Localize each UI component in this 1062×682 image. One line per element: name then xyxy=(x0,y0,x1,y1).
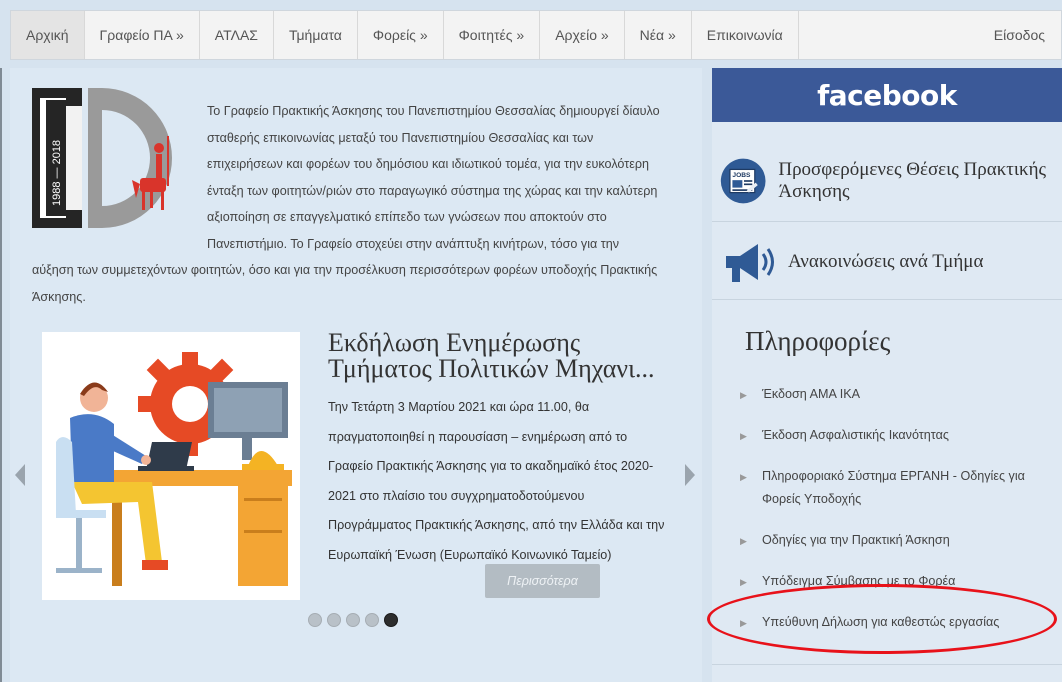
jobs-newspaper-icon: JOBS xyxy=(720,158,766,203)
sidebar: facebook JOBS Προσφερόμενες Θέσεις Πρακτ… xyxy=(712,68,1062,682)
svg-text:JOBS: JOBS xyxy=(732,171,751,178)
triangle-bullet-icon: ▶ xyxy=(740,390,747,400)
slider-dot-1[interactable] xyxy=(308,613,322,627)
info-item-label: Υπόδειγμα Σύμβασης με το Φορέα xyxy=(762,574,956,588)
nav-item-departments[interactable]: Τμήματα xyxy=(274,11,358,59)
info-item-label: Έκδοση ΑΜΑ ΙΚΑ xyxy=(762,387,861,401)
sidebar-link-internship-positions[interactable]: JOBS Προσφερόμενες Θέσεις Πρακτικής Άσκη… xyxy=(712,140,1062,222)
slider-dot-4[interactable] xyxy=(365,613,379,627)
slide-title[interactable]: Εκδήλωση Ενημέρωσης Τμήματος Πολιτικών Μ… xyxy=(328,330,678,382)
nav-bar: Αρχική Γραφείο ΠΑ » ΑΤΛΑΣ Τμήματα Φορείς… xyxy=(10,10,1062,60)
megaphone-icon xyxy=(726,243,774,282)
nav-item-home[interactable]: Αρχική xyxy=(11,11,85,59)
slider-dot-2[interactable] xyxy=(327,613,341,627)
nav-item-organizations[interactable]: Φορείς » xyxy=(358,11,444,59)
intro-paragraph: Το Γραφείο Πρακτικής Άσκησης του Πανεπισ… xyxy=(32,98,662,310)
triangle-bullet-icon: ▶ xyxy=(740,618,747,628)
page-left-border xyxy=(0,68,2,682)
top-navigation: Αρχική Γραφείο ΠΑ » ΑΤΛΑΣ Τμήματα Φορείς… xyxy=(0,0,1062,68)
nav-item-office[interactable]: Γραφείο ΠΑ » xyxy=(85,11,200,59)
slider-dot-5[interactable] xyxy=(384,613,398,627)
triangle-bullet-icon: ▶ xyxy=(740,577,747,587)
sidebar-link-label: Προσφερόμενες Θέσεις Πρακτικής Άσκησης xyxy=(778,158,1047,202)
nav-item-news[interactable]: Νέα » xyxy=(625,11,692,59)
sidebar-link-label: Ανακοινώσεις ανά Τμήμα xyxy=(788,250,984,272)
slider-prev-button[interactable] xyxy=(10,460,30,490)
info-item-label: Οδηγίες για την Πρακτική Άσκηση xyxy=(762,533,950,547)
nav-item-atlas[interactable]: ΑΤΛΑΣ xyxy=(200,11,274,59)
chevron-left-icon xyxy=(15,464,25,486)
nav-item-archive[interactable]: Αρχείο » xyxy=(540,11,625,59)
nav-item-students[interactable]: Φοιτητές » xyxy=(444,11,541,59)
triangle-bullet-icon: ▶ xyxy=(740,472,747,482)
read-more-button[interactable]: Περισσότερα xyxy=(485,564,600,598)
sidebar-link-announcements[interactable]: Ανακοινώσεις ανά Τμήμα xyxy=(712,224,1062,300)
info-item-label: Πληροφοριακό Σύστημα ΕΡΓΑΝΗ - Οδηγίες γι… xyxy=(762,469,1025,506)
slide-illustration[interactable] xyxy=(42,332,300,600)
slider-next-button[interactable] xyxy=(680,460,700,490)
info-list: ▶ Έκδοση ΑΜΑ ΙΚΑ ▶ Έκδοση Ασφαλιστικής Ι… xyxy=(740,384,1060,633)
info-item-guidelines[interactable]: ▶ Οδηγίες για την Πρακτική Άσκηση xyxy=(740,530,1060,551)
info-item-label: Υπεύθυνη Δήλωση για καθεστώς εργασίας xyxy=(762,615,1000,629)
info-item-contract-template[interactable]: ▶ Υπόδειγμα Σύμβασης με το Φορέα xyxy=(740,571,1060,592)
info-item-ergani[interactable]: ▶ Πληροφοριακό Σύστημα ΕΡΓΑΝΗ - Οδηγίες … xyxy=(740,465,1060,511)
triangle-bullet-icon: ▶ xyxy=(740,431,747,441)
nav-item-contact[interactable]: Επικοινωνία xyxy=(692,11,799,59)
triangle-bullet-icon: ▶ xyxy=(740,536,747,546)
info-item-insurance[interactable]: ▶ Έκδοση Ασφαλιστικής Ικανότητας xyxy=(740,425,1060,446)
info-section-title: Πληροφορίες xyxy=(745,326,891,356)
slider-pagination xyxy=(308,613,398,627)
chevron-right-icon xyxy=(685,464,695,486)
facebook-banner[interactable]: facebook xyxy=(712,68,1062,122)
main-content: 1988 — 2018 Το Γραφείο Πρακτικής Άσκησης… xyxy=(10,68,702,682)
info-item-solemn-declaration[interactable]: ▶ Υπεύθυνη Δήλωση για καθεστώς εργασίας xyxy=(740,612,1060,633)
sidebar-divider xyxy=(712,664,1062,665)
slide-description: Την Τετάρτη 3 Μαρτίου 2021 και ώρα 11.00… xyxy=(328,400,665,562)
login-link[interactable]: Είσοδος xyxy=(978,11,1061,59)
info-item-label: Έκδοση Ασφαλιστικής Ικανότητας xyxy=(762,428,949,442)
slider-dot-3[interactable] xyxy=(346,613,360,627)
info-item-ama-ika[interactable]: ▶ Έκδοση ΑΜΑ ΙΚΑ xyxy=(740,384,1060,405)
